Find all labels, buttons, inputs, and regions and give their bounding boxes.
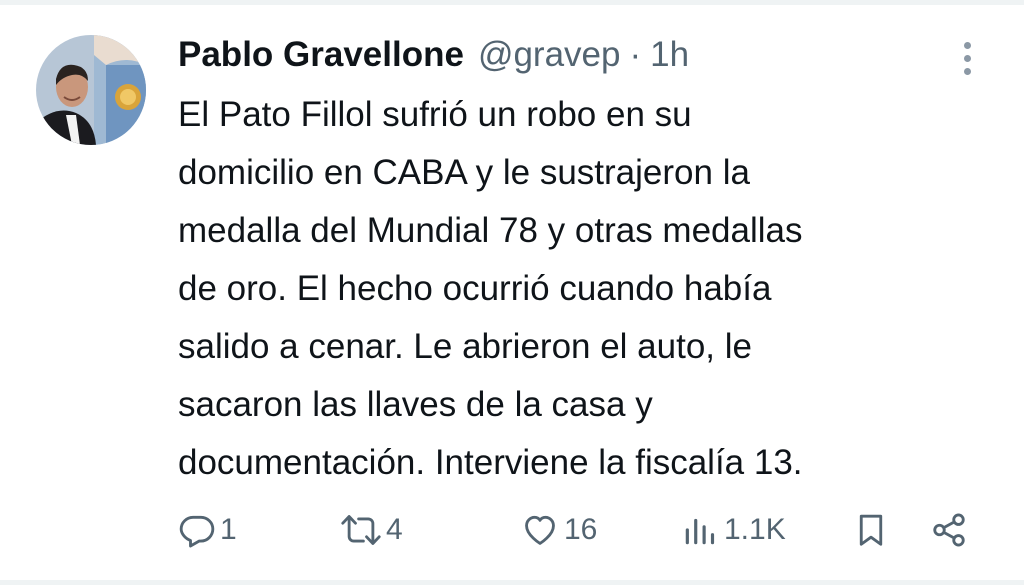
heart-icon — [525, 515, 555, 545]
tweet-timestamp[interactable]: 1h — [650, 32, 689, 78]
tweet-text-line: documentación. Interviene la fiscalía 13… — [178, 443, 803, 482]
reply-count: 1 — [220, 513, 237, 546]
views-icon — [685, 518, 715, 545]
more-icon[interactable] — [950, 38, 984, 78]
tweet-text-line: medalla del Mundial 78 y otras medallas — [178, 211, 803, 250]
tweet-text-line: de oro. El hecho ocurrió cuando había — [178, 269, 772, 308]
views-button[interactable]: 1.1K — [680, 500, 786, 560]
author-handle[interactable]: @gravep — [478, 32, 621, 78]
retweet-button[interactable]: 4 — [340, 500, 403, 560]
bookmark-button[interactable] — [853, 500, 889, 560]
bookmark-icon — [859, 514, 883, 546]
views-count: 1.1K — [724, 513, 786, 546]
action-bar: 1 4 16 1.1K — [0, 500, 1024, 560]
retweet-icon — [341, 515, 381, 545]
share-button[interactable] — [930, 500, 968, 560]
share-icon — [933, 513, 965, 547]
top-divider — [0, 0, 1024, 5]
header-separator: · — [629, 35, 642, 74]
retweet-count: 4 — [386, 513, 403, 546]
tweet-text-line: salido a cenar. Le abrieron el auto, le — [178, 327, 752, 366]
more-dot — [963, 67, 971, 75]
more-dot — [963, 54, 971, 62]
bottom-divider — [0, 580, 1024, 585]
like-button[interactable]: 16 — [520, 500, 597, 560]
tweet-text-line: sacaron las llaves de la casa y — [178, 385, 653, 424]
tweet-text-line: domicilio en CABA y le sustrajeron la — [178, 153, 750, 192]
avatar[interactable] — [36, 35, 146, 145]
tweet-text: El Pato Fillol sufrió un robo en su domi… — [178, 86, 978, 492]
like-count: 16 — [564, 513, 598, 546]
author-name[interactable]: Pablo Gravellone — [178, 32, 464, 78]
more-dot — [963, 41, 971, 49]
reply-icon — [179, 515, 215, 548]
tweet-header: Pablo Gravellone @gravep · 1h — [178, 32, 689, 78]
reply-button[interactable]: 1 — [178, 500, 237, 560]
tweet-text-line: El Pato Fillol sufrió un robo en su — [178, 95, 692, 134]
